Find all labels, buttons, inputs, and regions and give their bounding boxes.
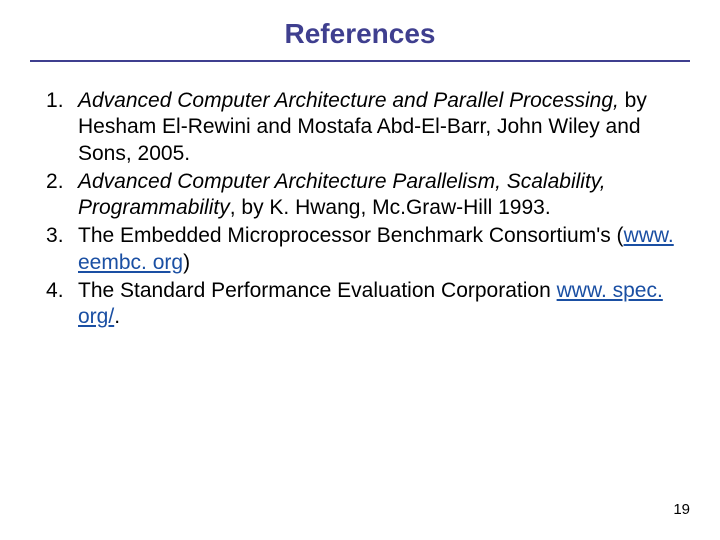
content-area: Advanced Computer Architecture and Paral… — [30, 88, 690, 330]
reference-list: Advanced Computer Architecture and Paral… — [40, 88, 680, 330]
reference-item: Advanced Computer Architecture Paralleli… — [40, 169, 680, 222]
page-number: 19 — [673, 501, 690, 518]
reference-title-italic: Advanced Computer Architecture and Paral… — [78, 89, 619, 112]
reference-text: , by K. Hwang, Mc.Graw-Hill 1993. — [230, 196, 551, 219]
reference-item: The Embedded Microprocessor Benchmark Co… — [40, 223, 680, 276]
reference-item: The Standard Performance Evaluation Corp… — [40, 278, 680, 331]
reference-text: . — [114, 305, 120, 328]
slide: References Advanced Computer Architectur… — [0, 0, 720, 540]
slide-title: References — [30, 18, 690, 60]
reference-item: Advanced Computer Architecture and Paral… — [40, 88, 680, 167]
reference-text: The Standard Performance Evaluation Corp… — [78, 279, 557, 302]
reference-text: The Embedded Microprocessor Benchmark Co… — [78, 224, 624, 247]
title-underline — [30, 60, 690, 62]
reference-text: ) — [183, 251, 190, 274]
